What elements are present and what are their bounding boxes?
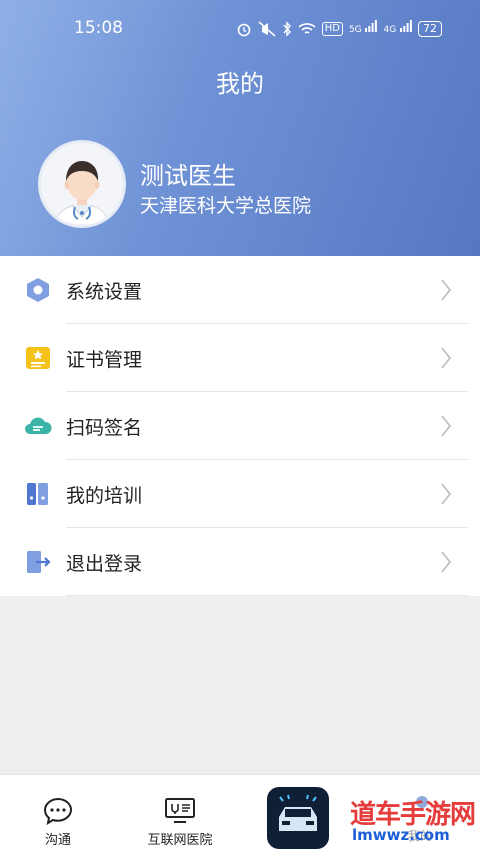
tab-label: 互联网医院 [147,833,213,848]
menu-item-label: 我的培训 [66,485,143,507]
bluetooth-icon [283,21,291,37]
menu-item-label: 系统设置 [66,281,143,303]
settings-menu: 系统设置 证书管理 扫码签名 我的培训 退出登录 [0,256,480,596]
hd-badge: HD [321,22,343,36]
menu-item-label: 证书管理 [66,349,143,371]
menu-item-certificate[interactable]: 证书管理 [0,324,480,392]
settings-icon [27,278,49,302]
status-icons: HD 5G 4G 72 [236,20,442,38]
hospital-monitor-icon [165,798,195,823]
divider [66,595,468,596]
chevron-right-icon [441,551,452,573]
watermark-logo [267,787,329,849]
signal-bars-icon [365,20,378,32]
menu-item-logout[interactable]: 退出登录 [0,528,480,596]
menu-item-scan-sign[interactable]: 扫码签名 [0,392,480,460]
mute-icon [258,21,276,37]
tab-label: 沟通 [44,833,71,848]
page-title: 我的 [216,70,264,98]
chevron-right-icon [441,415,452,437]
signal-4g: 4G [383,20,412,38]
menu-item-system-settings[interactable]: 系统设置 [0,256,480,324]
profile-name: 测试医生 [140,162,236,190]
tab-chat[interactable]: 沟通 [18,775,98,853]
tab-internet-hospital[interactable]: 互联网医院 [128,775,232,853]
signal-4g-label: 4G [383,25,397,35]
status-time: 15:08 [74,18,123,38]
menu-item-training[interactable]: 我的培训 [0,460,480,528]
profile-header: 15:08 HD 5G 4G 72 我的 测试医生 天津医科大学总医院 [0,0,480,256]
signal-bars-icon [400,20,412,32]
doctor-avatar-icon [41,143,123,225]
menu-item-label: 退出登录 [66,553,143,575]
status-bar: 15:08 HD 5G 4G 72 [0,18,480,42]
signal-5g: 5G [349,20,378,38]
logout-icon [27,551,51,573]
car-logo-icon [277,794,319,837]
alarm-icon [237,23,251,37]
chat-icon [43,797,73,825]
wifi-icon [298,23,316,34]
battery-indicator: 72 [418,21,442,37]
profile-hospital: 天津医科大学总医院 [140,195,312,217]
training-icon [27,483,48,505]
scan-sign-icon [25,417,52,434]
watermark-url: lmwwz.com [352,826,450,844]
chevron-right-icon [441,347,452,369]
certificate-icon [26,347,50,369]
menu-item-label: 扫码签名 [66,417,143,439]
chevron-right-icon [441,279,452,301]
signal-5g-label: 5G [348,25,362,35]
avatar[interactable] [38,140,126,228]
chevron-right-icon [441,483,452,505]
